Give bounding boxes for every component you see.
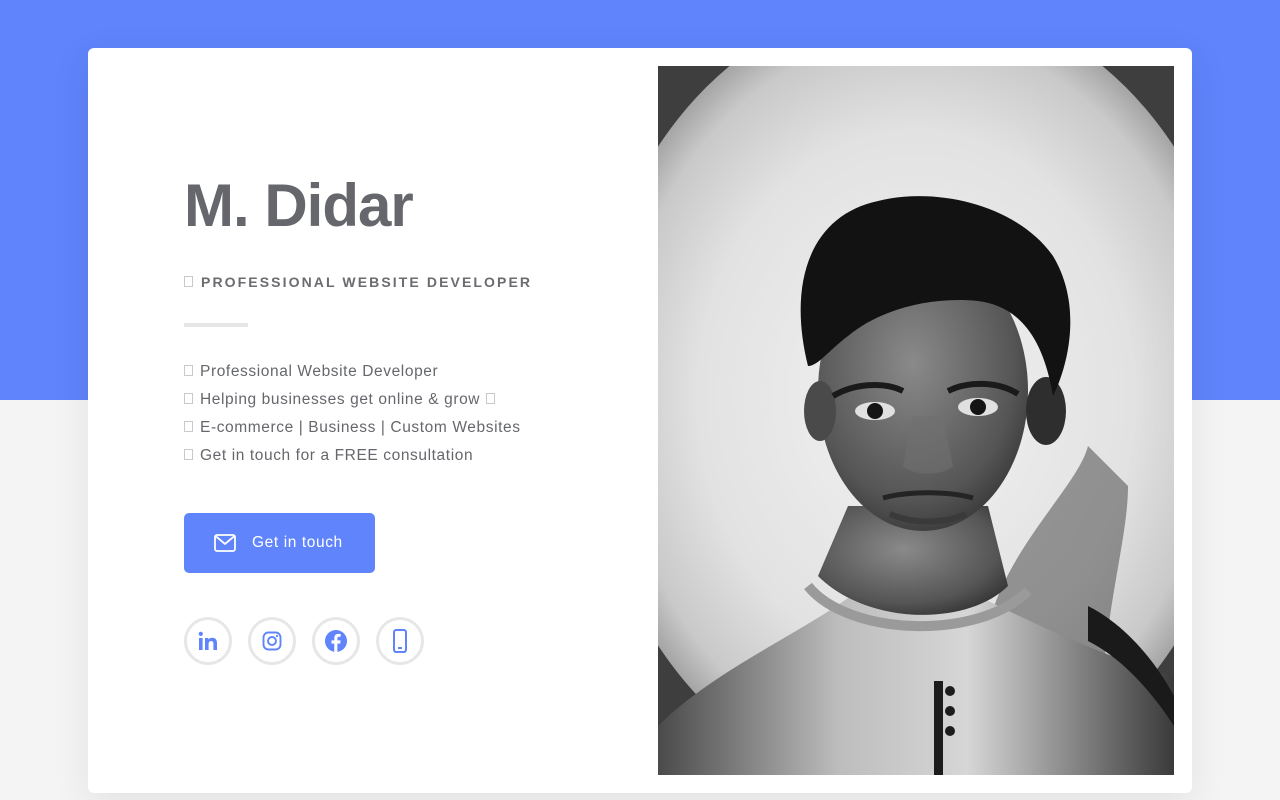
bio-item: E-commerce | Business | Custom Websites xyxy=(184,414,521,442)
profile-info: M. Didar PROFESSIONAL WEBSITE DEVELOPER … xyxy=(184,48,604,793)
get-in-touch-button[interactable]: Get in touch xyxy=(184,513,375,573)
facebook-icon xyxy=(325,630,347,652)
envelope-icon xyxy=(214,534,236,552)
instagram-icon xyxy=(262,631,282,651)
profile-title-text: PROFESSIONAL WEBSITE DEVELOPER xyxy=(201,274,533,290)
phone-icon xyxy=(393,629,407,653)
profile-title: PROFESSIONAL WEBSITE DEVELOPER xyxy=(184,274,532,290)
linkedin-link[interactable] xyxy=(184,617,232,665)
bio-item: Professional Website Developer xyxy=(184,358,521,386)
social-links xyxy=(184,617,424,665)
facebook-link[interactable] xyxy=(312,617,360,665)
bio-item: Get in touch for a FREE consultation xyxy=(184,442,521,470)
get-in-touch-label: Get in touch xyxy=(252,534,343,551)
profile-photo xyxy=(658,66,1174,775)
bio-item: Helping businesses get online & grow xyxy=(184,386,521,414)
instagram-link[interactable] xyxy=(248,617,296,665)
bio-item-icon xyxy=(184,393,193,404)
bio-item-trailing-icon xyxy=(486,393,496,404)
profile-name: M. Didar xyxy=(184,172,414,239)
bio-item-icon xyxy=(184,421,193,432)
code-icon xyxy=(184,276,193,287)
bio-list: Professional Website Developer Helping b… xyxy=(184,358,521,470)
linkedin-icon xyxy=(198,631,217,650)
divider xyxy=(184,323,248,327)
profile-card: M. Didar PROFESSIONAL WEBSITE DEVELOPER … xyxy=(88,48,1192,793)
bio-item-icon xyxy=(184,449,193,460)
bio-item-icon xyxy=(184,365,193,376)
phone-link[interactable] xyxy=(376,617,424,665)
